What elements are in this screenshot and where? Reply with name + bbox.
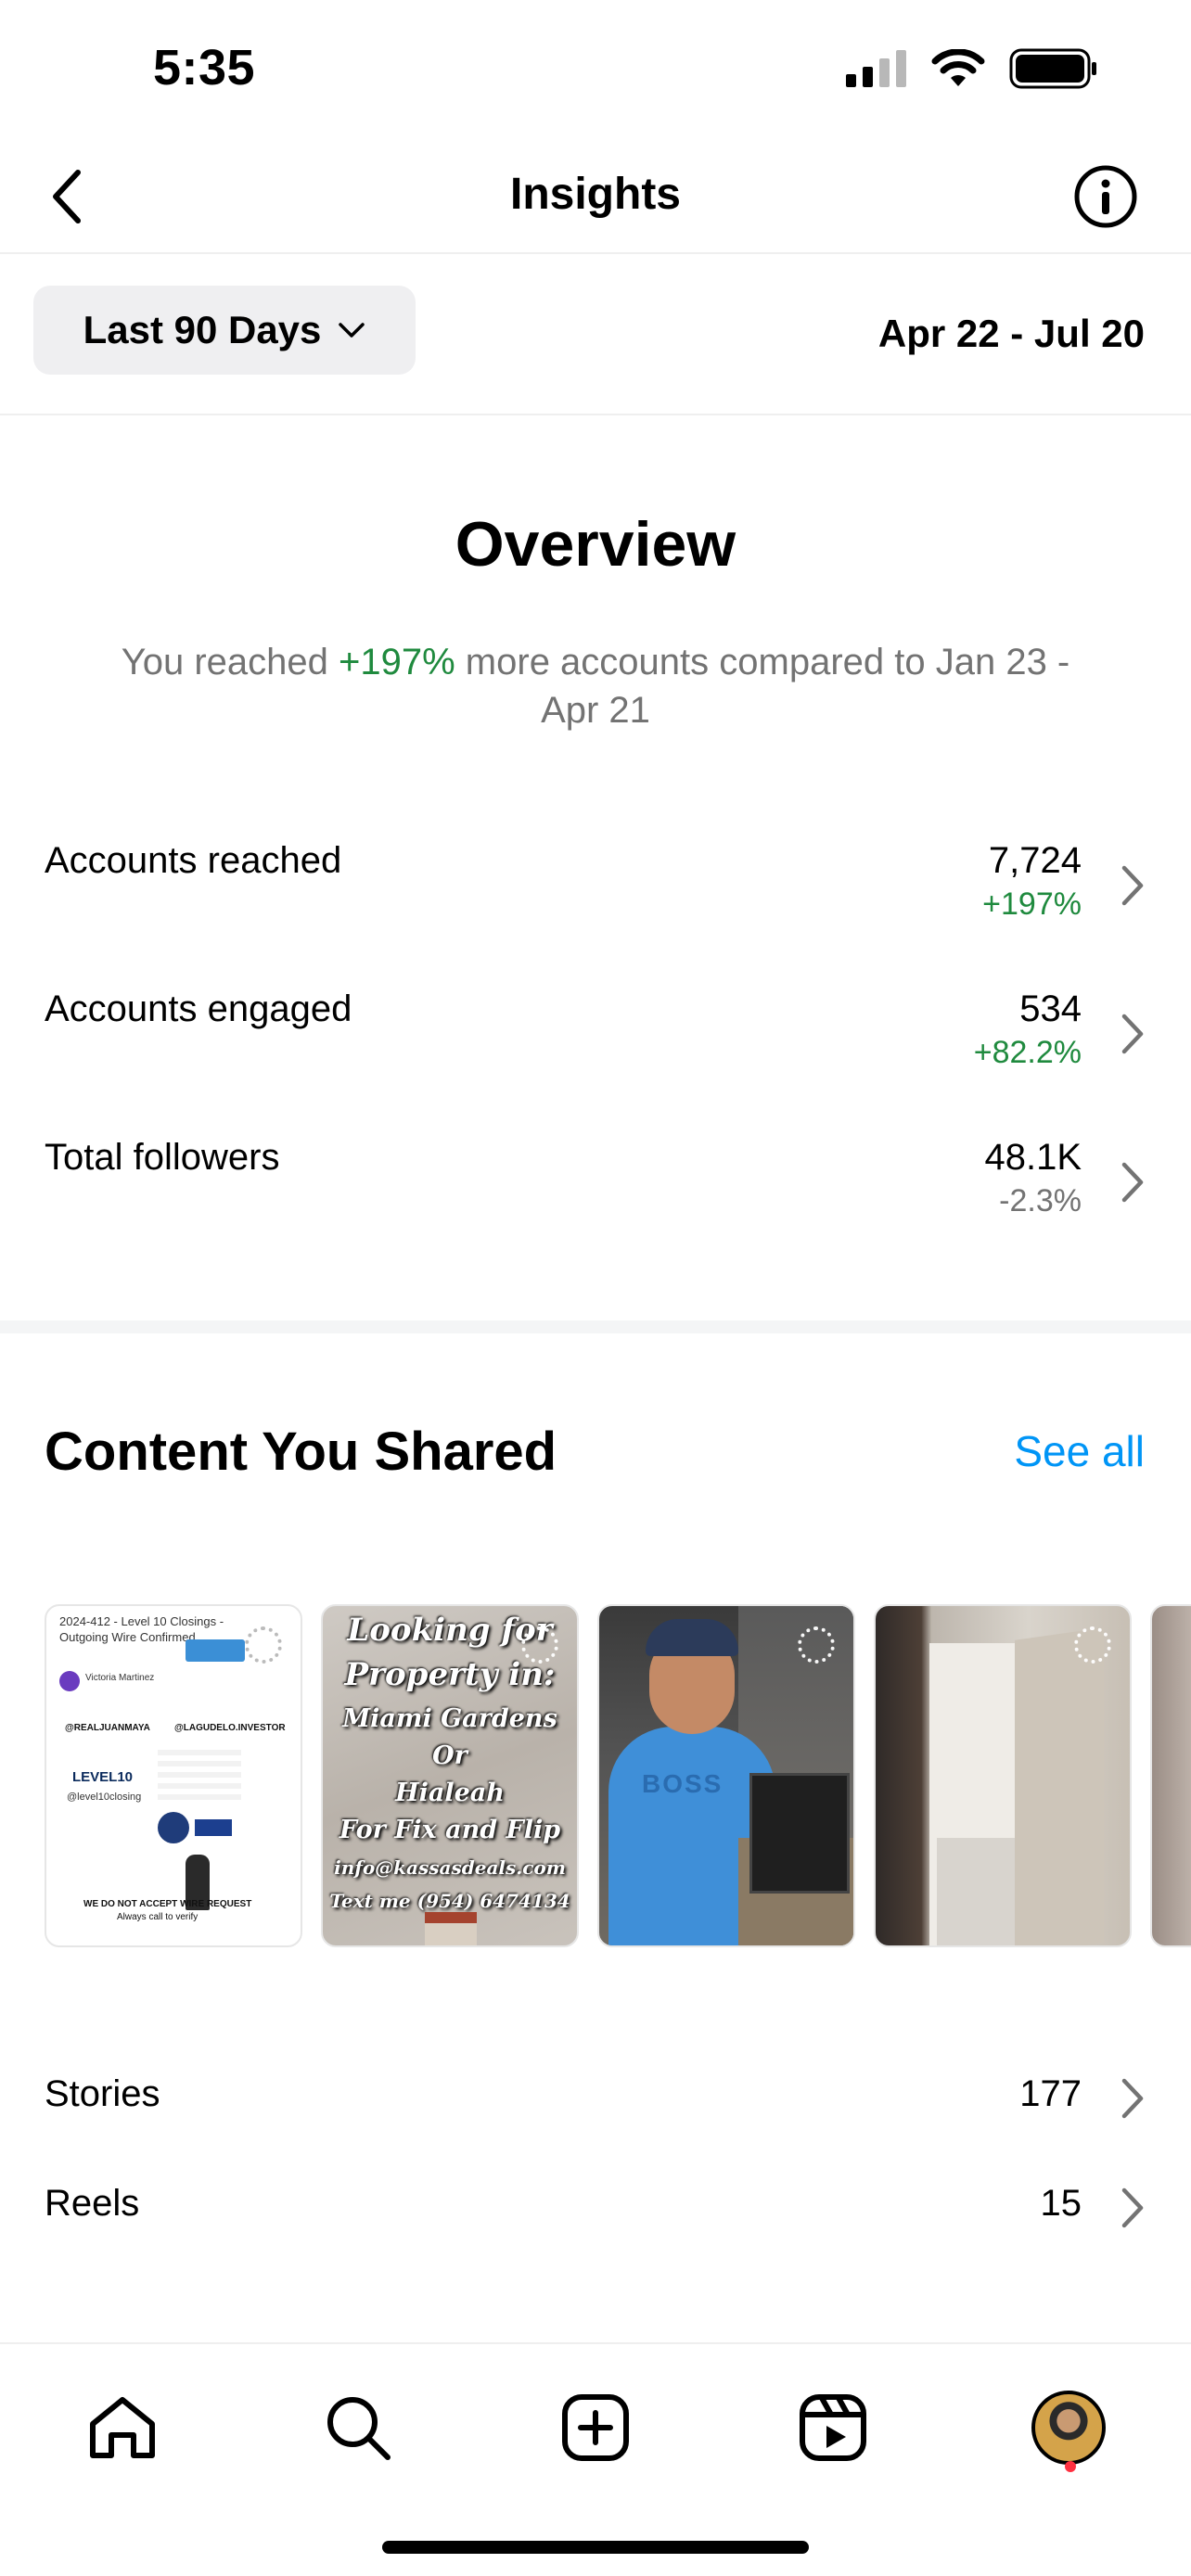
thumb-seal [158,1812,189,1843]
date-range-text: Apr 22 - Jul 20 [877,312,1145,355]
list-label: Stories [45,2073,160,2114]
metric-total-followers[interactable]: Total followers 48.1K -2.3% [0,1137,1191,1257]
thumb-house [425,1912,477,1945]
chevron-right-icon [1121,1162,1144,1203]
content-title: Content You Shared [45,1422,557,1482]
thumb-text: Or [432,1741,467,1770]
create-icon [562,2394,629,2461]
nav-profile[interactable] [1024,2383,1113,2472]
content-thumbnail[interactable]: Looking for Property in: Miami Gardens O… [321,1604,579,1947]
home-indicator[interactable] [382,2541,809,2554]
carousel-indicator-icon [798,1626,835,1664]
range-selector-label: Last 90 Days [83,308,322,351]
summary-suffix: more accounts compared to Jan 23 - Apr 2… [455,642,1070,731]
wifi-icon [931,49,985,86]
thumb-text: @level10closing [67,1792,142,1803]
thumb-signature-block [158,1750,241,1805]
overview-summary: You reached +197% more accounts compared… [102,638,1089,734]
info-button[interactable] [1070,161,1141,232]
metric-label: Accounts reached [45,840,342,881]
chevron-right-icon [1121,1014,1144,1054]
status-time: 5:35 [153,40,256,96]
list-label: Reels [45,2183,140,2224]
summary-prefix: You reached [121,642,339,682]
nav-reels[interactable] [788,2383,877,2472]
metric-change: +197% [982,886,1082,922]
header: Insights [0,139,1191,254]
list-value: 15 [1040,2183,1082,2224]
date-range-row: Last 90 Days Apr 22 - Jul 20 [0,254,1191,415]
search-icon [327,2397,391,2460]
thumb-badge [186,1639,245,1662]
range-selector[interactable]: Last 90 Days [33,286,416,375]
summary-highlight: +197% [339,642,455,682]
content-thumbnail[interactable] [874,1604,1132,1947]
chevron-right-icon [1121,2187,1144,2228]
carousel-indicator-icon [1074,1626,1111,1664]
thumb-text: @REALJUANMAYA [65,1723,150,1733]
thumb-text: 2024-412 - Level 10 Closings - [59,1614,224,1628]
list-item-reels[interactable]: Reels 15 [0,2170,1191,2244]
nav-home[interactable] [78,2383,167,2472]
thumb-cap [646,1619,738,1656]
metric-value: 7,724 [988,840,1082,881]
thumb-text: Miami Gardens [342,1704,557,1733]
thumb-text: Always call to verify [117,1912,198,1922]
nav-search[interactable] [314,2383,403,2472]
overview-title: Overview [455,509,736,580]
profile-avatar [1031,2391,1106,2465]
thumb-text: Victoria Martinez [85,1673,155,1683]
thumb-avatar [59,1671,80,1691]
status-bar: 5:35 [0,0,1191,139]
thumb-text: info@kassasdeals.com [334,1856,566,1879]
section-divider [0,1320,1191,1333]
thumb-text: @LAGUDELO.INVESTOR [174,1723,286,1733]
content-thumbnail[interactable]: BOSS [597,1604,855,1947]
list-item-stories[interactable]: Stories 177 [0,2060,1191,2135]
battery-icon [1009,48,1096,89]
info-icon [1074,165,1137,228]
metric-change: -2.3% [999,1183,1082,1218]
metric-accounts-engaged[interactable]: Accounts engaged 534 +82.2% [0,988,1191,1109]
content-carousel[interactable]: 2024-412 - Level 10 Closings - Outgoing … [45,1604,1191,1949]
content-thumbnail[interactable] [1150,1604,1191,1947]
reels-icon [800,2394,866,2461]
metric-value: 48.1K [984,1137,1082,1178]
metric-accounts-reached[interactable]: Accounts reached 7,724 +197% [0,840,1191,961]
thumb-logo [195,1819,232,1836]
see-all-link[interactable]: See all [1014,1426,1145,1476]
chevron-right-icon [1121,2078,1144,2119]
metric-change: +82.2% [973,1035,1082,1070]
chevron-down-icon [339,323,365,338]
content-thumbnail[interactable]: 2024-412 - Level 10 Closings - Outgoing … [45,1604,302,1947]
thumb-text: BOSS [642,1769,724,1798]
notification-dot [1065,2461,1076,2472]
nav-create[interactable] [551,2383,640,2472]
thumb-door [1015,1627,1104,1945]
home-icon [90,2397,155,2458]
carousel-indicator-icon [245,1626,282,1664]
carousel-indicator-icon [521,1626,558,1664]
status-icons [846,48,1098,89]
cellular-signal-icon [846,50,906,87]
thumb-text: LEVEL10 [72,1769,134,1785]
thumb-text: For Fix and Flip [339,1816,561,1844]
page-title: Insights [509,170,681,219]
metric-label: Accounts engaged [45,988,352,1029]
thumb-chalkboard [749,1773,850,1894]
metric-label: Total followers [45,1137,280,1178]
thumb-text: Text me (954) 6474134 [329,1890,570,1912]
chevron-right-icon [1121,865,1144,906]
list-value: 177 [1019,2073,1082,2114]
metric-value: 534 [1019,988,1082,1029]
thumb-text: Hialeah [395,1779,505,1807]
thumb-text: WE DO NOT ACCEPT WIRE REQUEST [83,1899,252,1909]
